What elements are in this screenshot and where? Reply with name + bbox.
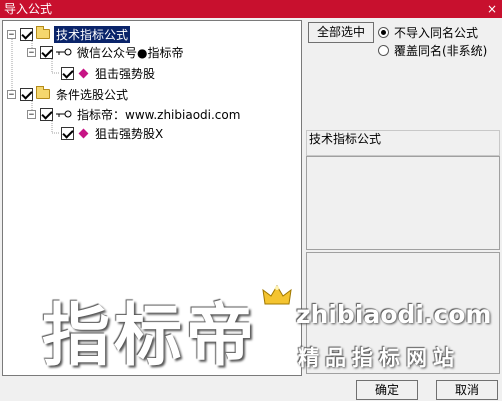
tree-node-technical-formulas[interactable]: − 技术指标公式 xyxy=(7,25,131,43)
folder-icon xyxy=(36,86,50,99)
collapse-toggle[interactable]: − xyxy=(7,89,16,99)
key-icon xyxy=(56,110,72,118)
tree-node-author-site[interactable]: − 指标帝：www.zhibiaodi.com xyxy=(27,105,242,123)
checkbox[interactable] xyxy=(20,87,33,101)
radio-label[interactable]: 不导入同名公式 xyxy=(394,24,478,41)
radio-overwrite[interactable]: 覆盖同名(非系统) xyxy=(378,42,487,59)
formula-description-box xyxy=(306,156,500,250)
formula-icon xyxy=(78,128,89,138)
tree-node-formula-sniper[interactable]: 狙击强势股 xyxy=(61,64,157,82)
crown-icon xyxy=(262,285,292,305)
checkbox[interactable] xyxy=(61,66,74,80)
watermark-tagline: 精品指标网站 xyxy=(298,346,460,370)
watermark-url: zhibiaodi.com xyxy=(296,300,492,329)
close-button[interactable]: × xyxy=(484,1,500,17)
tree-node-author-wechat[interactable]: − 微信公众号●指标帝 xyxy=(27,43,185,61)
title-bar: 导入公式 × xyxy=(0,0,502,18)
formula-icon xyxy=(78,68,89,78)
tree-node-formula-sniper-x[interactable]: 狙击强势股X xyxy=(61,124,165,142)
formula-group-label: 技术指标公式 xyxy=(306,130,500,156)
tree-node-label[interactable]: 条件选股公式 xyxy=(54,86,130,103)
tree-node-label[interactable]: 狙击强势股 xyxy=(93,65,157,82)
checkbox[interactable] xyxy=(61,126,74,140)
ok-button[interactable]: 确定 xyxy=(356,380,418,400)
tree-node-label[interactable]: 指标帝：www.zhibiaodi.com xyxy=(75,106,242,123)
radio-no-import[interactable]: 不导入同名公式 xyxy=(378,24,478,41)
radio-button[interactable] xyxy=(378,27,389,38)
group-label-text: 技术指标公式 xyxy=(309,132,382,146)
window-title: 导入公式 xyxy=(4,2,53,16)
collapse-toggle[interactable]: − xyxy=(27,109,36,119)
select-all-button[interactable]: 全部选中 xyxy=(308,22,374,43)
collapse-toggle[interactable]: − xyxy=(7,29,16,39)
tree-node-screening-formulas[interactable]: − 条件选股公式 xyxy=(7,85,130,103)
checkbox[interactable] xyxy=(20,27,33,41)
tree-node-label[interactable]: 技术指标公式 xyxy=(54,25,131,43)
collapse-toggle[interactable]: − xyxy=(27,47,36,57)
tree-node-label[interactable]: 狙击强势股X xyxy=(93,125,165,142)
watermark-brand: 指标帝 xyxy=(42,297,259,376)
radio-button[interactable] xyxy=(378,45,389,56)
cancel-button[interactable]: 取消 xyxy=(436,380,498,400)
folder-icon xyxy=(36,26,50,39)
radio-label[interactable]: 覆盖同名(非系统) xyxy=(394,42,487,59)
tree-node-label[interactable]: 微信公众号●指标帝 xyxy=(75,44,185,61)
key-icon xyxy=(56,48,72,56)
checkbox[interactable] xyxy=(40,107,53,121)
checkbox[interactable] xyxy=(40,45,53,59)
